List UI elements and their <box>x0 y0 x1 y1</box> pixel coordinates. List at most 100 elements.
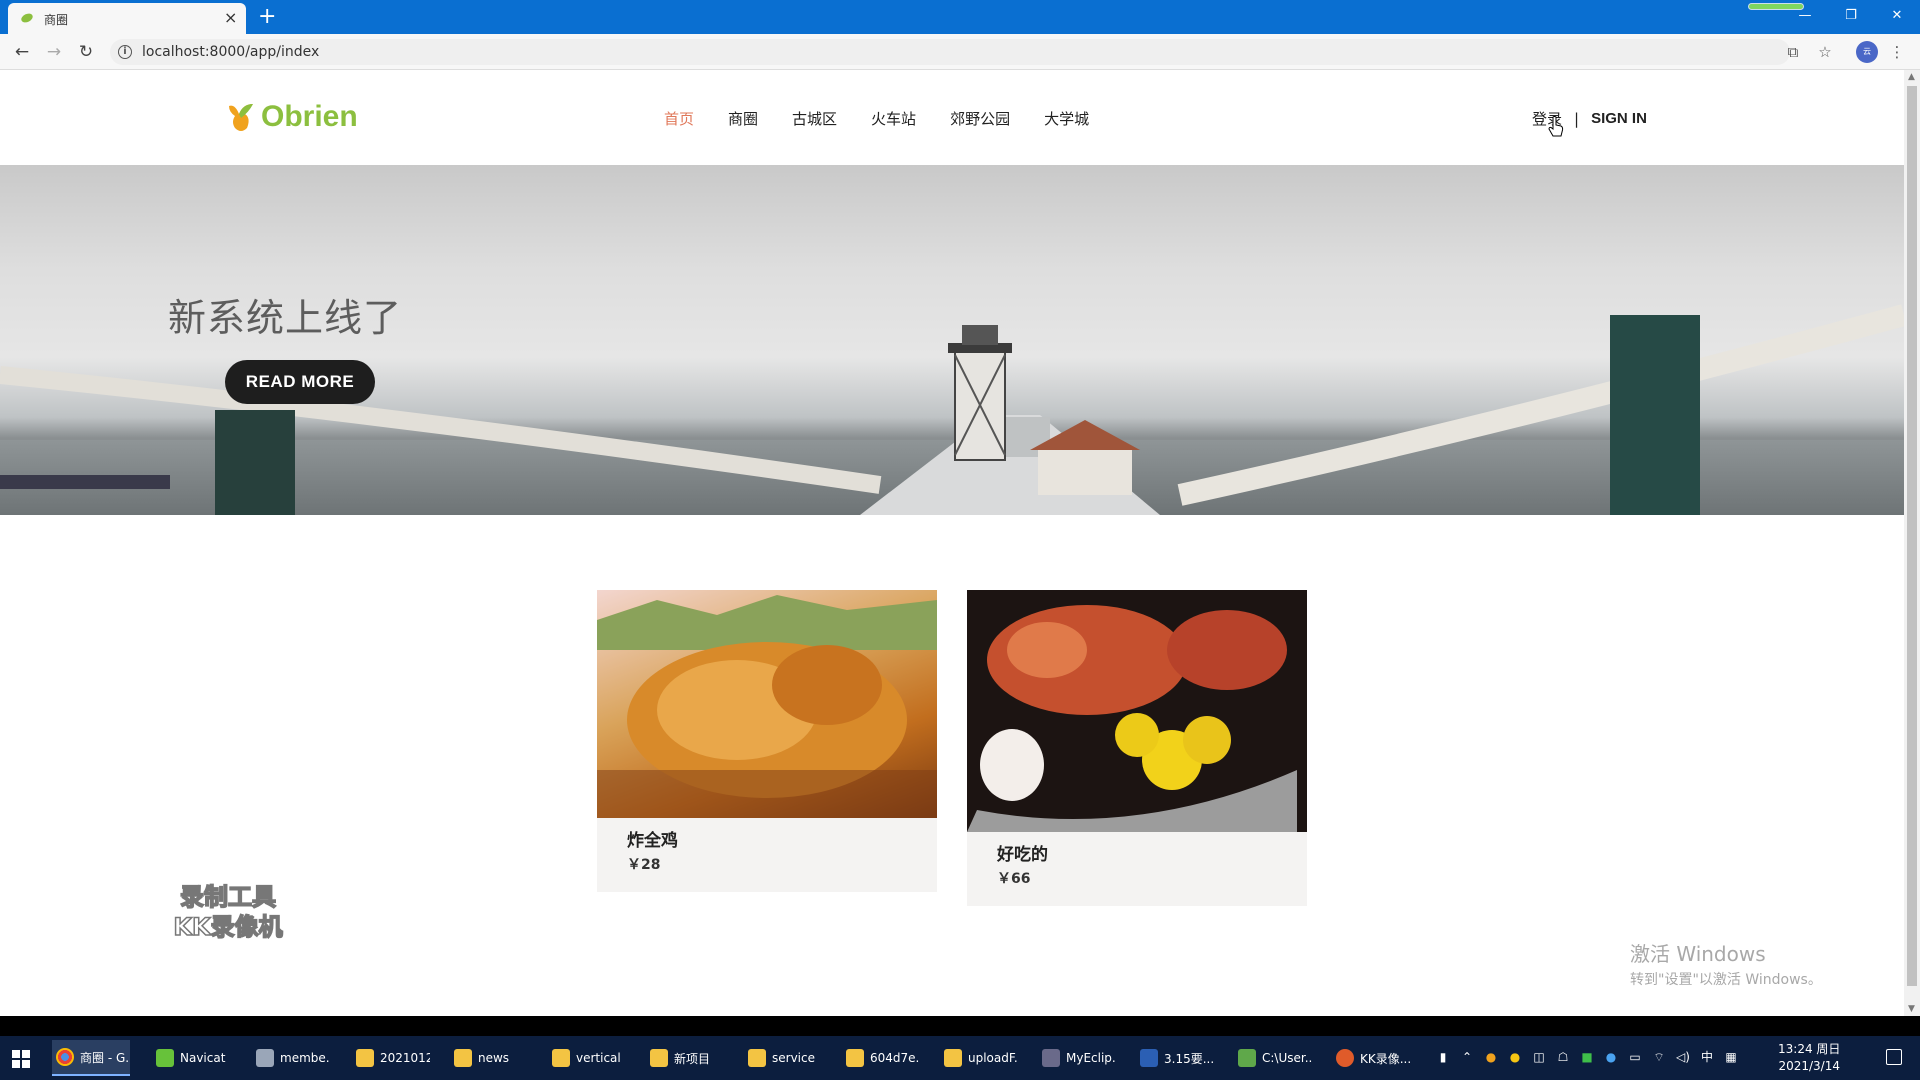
taskbar-item-folder-new-project[interactable]: 新项目 <box>646 1040 724 1076</box>
scroll-up-icon[interactable]: ▲ <box>1908 72 1915 82</box>
app-tray-icon[interactable]: ● <box>1482 1048 1500 1066</box>
nav-item-shopping-district[interactable]: 商圈 <box>728 108 758 129</box>
folder-icon <box>552 1049 570 1067</box>
taskbar-item-myeclipse[interactable]: MyEclip... <box>1038 1040 1116 1076</box>
taskbar-label: 3.15要... <box>1164 1051 1214 1066</box>
product-price: ￥66 <box>997 871 1031 887</box>
battery-icon[interactable]: ▮ <box>1434 1048 1452 1066</box>
clock-time: 13:24 周日 <box>1778 1042 1841 1056</box>
reload-icon[interactable]: ↻ <box>74 40 98 64</box>
url-text[interactable]: localhost:8000/app/index <box>142 44 319 60</box>
nav-item-country-park[interactable]: 郊野公园 <box>950 108 1010 129</box>
nav-item-old-town[interactable]: 古城区 <box>792 108 837 129</box>
app-tray-icon[interactable]: ● <box>1602 1048 1620 1066</box>
logo-icon <box>229 104 253 131</box>
profile-avatar[interactable]: 云 <box>1856 41 1878 63</box>
folder-icon <box>846 1049 864 1067</box>
taskbar-item-folder-upload[interactable]: uploadF... <box>940 1040 1018 1076</box>
info-icon[interactable]: i <box>118 45 132 59</box>
restore-button[interactable]: ❐ <box>1828 0 1874 30</box>
nav-item-home[interactable]: 首页 <box>664 108 694 129</box>
taskbar-item-kk-recorder[interactable]: KK录像... <box>1332 1040 1410 1076</box>
product-card[interactable]: 炸全鸡 ￥28 <box>597 590 937 892</box>
taskbar-item-navicat[interactable]: Navicat ... <box>152 1040 230 1076</box>
taskbar-item-chrome[interactable]: 商圈 - G... <box>52 1040 130 1076</box>
minimize-button[interactable]: — <box>1782 0 1828 30</box>
product-name[interactable]: 好吃的 <box>997 840 1048 865</box>
windows-start-icon[interactable] <box>12 1050 30 1068</box>
taskbar-label: MyEclip... <box>1066 1051 1116 1065</box>
scroll-down-icon[interactable]: ▼ <box>1908 1004 1915 1014</box>
taskbar-label: C:\User... <box>1262 1051 1312 1065</box>
taskbar-label: Navicat ... <box>180 1051 230 1065</box>
address-bar[interactable]: i localhost:8000/app/index <box>110 39 1790 65</box>
product-card[interactable]: 好吃的 ￥66 <box>967 590 1307 906</box>
leaf-icon <box>21 13 33 23</box>
input-method[interactable]: 中 <box>1698 1048 1716 1066</box>
taskbar-item-folder-vertical[interactable]: vertical <box>548 1040 626 1076</box>
volume-icon[interactable]: ◁) <box>1674 1048 1692 1066</box>
close-tab-icon[interactable]: × <box>224 8 237 28</box>
folder-icon <box>356 1049 374 1067</box>
taskbar-label: membe... <box>280 1051 330 1065</box>
menu-kebab-icon[interactable]: ⋮ <box>1886 41 1908 63</box>
notepad-icon <box>1238 1049 1256 1067</box>
app-tray-icon[interactable]: ▭ <box>1626 1048 1644 1066</box>
taskbar-item-folder-news[interactable]: news <box>450 1040 528 1076</box>
taskbar-item-word[interactable]: 3.15要... <box>1136 1040 1214 1076</box>
taskbar-item-notepad[interactable]: C:\User... <box>1234 1040 1312 1076</box>
activate-subtitle: 转到"设置"以激活 Windows。 <box>1630 972 1822 988</box>
product-price: ￥28 <box>627 857 661 873</box>
nav-item-train-station[interactable]: 火车站 <box>871 108 916 129</box>
notification-icon[interactable] <box>1886 1049 1902 1065</box>
signin-link[interactable]: SIGN IN <box>1591 110 1647 127</box>
navicat-icon <box>156 1049 174 1067</box>
taskbar-item-member[interactable]: membe... <box>252 1040 330 1076</box>
taskbar-label: vertical <box>576 1051 621 1065</box>
page-footer <box>0 1016 1920 1036</box>
product-image[interactable] <box>597 590 937 818</box>
app-tray-icon[interactable]: ■ <box>1578 1048 1596 1066</box>
window-controls: — ❐ ✕ <box>1782 0 1920 30</box>
app-tray-icon[interactable]: ◫ <box>1530 1048 1548 1066</box>
nav-item-university-town[interactable]: 大学城 <box>1044 108 1089 129</box>
product-name[interactable]: 炸全鸡 <box>627 826 678 851</box>
site-logo[interactable]: Obrien <box>225 100 358 134</box>
scroll-thumb[interactable] <box>1907 86 1917 986</box>
windows-taskbar: 商圈 - G... Navicat ... membe... 20210126 … <box>0 1036 1920 1080</box>
app-tray-icon[interactable]: ● <box>1506 1048 1524 1066</box>
database-icon <box>256 1049 274 1067</box>
account-separator: | <box>1574 109 1580 128</box>
keyboard-grid-icon[interactable]: ▦ <box>1722 1048 1740 1066</box>
myeclipse-icon <box>1042 1049 1060 1067</box>
taskbar-item-folder-604d7e[interactable]: 604d7e... <box>842 1040 920 1076</box>
folder-icon <box>748 1049 766 1067</box>
translate-icon[interactable]: ⧉ <box>1782 41 1804 63</box>
page-scrollbar[interactable]: ▲ ▼ <box>1904 70 1920 1016</box>
browser-tabbar: 商圈 × + — ❐ ✕ <box>0 0 1920 34</box>
taskbar-label: 商圈 - G... <box>80 1050 130 1065</box>
hand-cursor-icon <box>1548 116 1564 137</box>
activate-title: 激活 Windows <box>1630 942 1766 966</box>
wifi-icon[interactable]: ⌔ <box>1650 1048 1668 1066</box>
app-tray-icon[interactable]: ☖ <box>1554 1048 1572 1066</box>
taskbar-item-folder-service[interactable]: service <box>744 1040 822 1076</box>
chevron-up-icon[interactable]: ⌃ <box>1458 1048 1476 1066</box>
hero-banner: 新系统上线了 READ MORE <box>0 165 1904 515</box>
browser-toolbar: ← → ↻ i localhost:8000/app/index ⧉ ☆ 云 ⋮ <box>0 34 1920 70</box>
product-image[interactable] <box>967 590 1307 832</box>
hero-title: 新系统上线了 <box>168 296 403 340</box>
taskbar-item-folder-20210126[interactable]: 20210126 <box>352 1040 430 1076</box>
read-more-button[interactable]: READ MORE <box>225 360 375 404</box>
fried-chicken-image <box>597 595 937 818</box>
system-tray: ▮ ⌃ ● ● ◫ ☖ ■ ● ▭ ⌔ ◁) 中 ▦ <box>1434 1048 1740 1066</box>
chrome-icon <box>56 1048 74 1066</box>
system-clock[interactable]: 13:24 周日 2021/3/14 <box>1778 1041 1840 1075</box>
close-window-button[interactable]: ✕ <box>1874 0 1920 30</box>
browser-tab[interactable]: 商圈 × <box>8 3 246 34</box>
bookmark-star-icon[interactable]: ☆ <box>1814 41 1836 63</box>
back-icon[interactable]: ← <box>10 40 34 64</box>
forward-icon[interactable]: → <box>42 40 66 64</box>
new-tab-button[interactable]: + <box>258 4 276 30</box>
hotpot-image <box>967 605 1297 832</box>
